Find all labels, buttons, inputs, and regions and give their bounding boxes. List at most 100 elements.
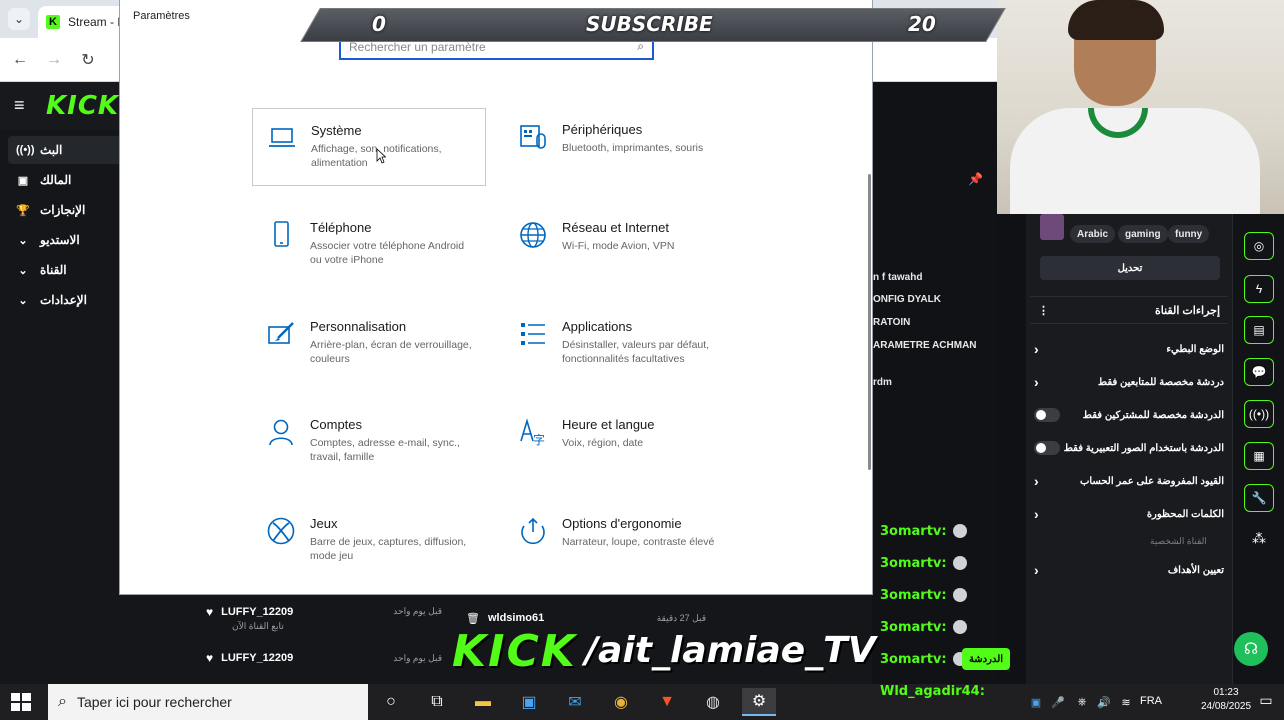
category-gaming[interactable]: Jeux Barre de jeux, captures, diffusion, …	[252, 502, 486, 580]
microphone-icon[interactable]: 🎤	[1050, 694, 1066, 710]
action-emotes-only[interactable]: الدردشة باستخدام الصور التعبيرية فقط	[1034, 435, 1224, 461]
channel-actions-title: إجراءات القناة	[1154, 304, 1220, 317]
lightning-icon[interactable]: ϟ	[1244, 275, 1274, 303]
input-method-icon[interactable]: ⎈	[1074, 694, 1090, 710]
category-title: Jeux	[310, 516, 338, 531]
event-username[interactable]: wldsimo61	[488, 612, 544, 624]
action-label: تعيين الأهداف	[1167, 564, 1224, 576]
action-slow-mode[interactable]: › الوضع البطيء	[1034, 336, 1224, 362]
chat-message: 3omartv:	[880, 584, 967, 606]
category-personalization[interactable]: Personnalisation Arrière-plan, écran de v…	[252, 305, 486, 383]
notification-icon[interactable]: ▭	[1258, 692, 1274, 708]
wrench-icon[interactable]: 🔧	[1244, 484, 1274, 512]
tag-chip[interactable]: funny	[1168, 225, 1210, 243]
search-icon: ⌕	[58, 693, 67, 710]
chat-username[interactable]: 3omartv:	[880, 556, 947, 571]
chat-snippet: RATOIN	[873, 317, 911, 328]
obs-icon[interactable]: ◍	[696, 688, 730, 716]
language-indicator[interactable]: FRA	[1140, 695, 1162, 707]
category-accounts[interactable]: Comptes Comptes, adresse e-mail, sync., t…	[252, 403, 486, 481]
document-icon[interactable]: ▤	[1244, 316, 1274, 344]
pin-icon[interactable]: 📌	[968, 172, 983, 186]
chat-username[interactable]: 3omartv:	[880, 524, 947, 539]
tab-search-button[interactable]: ⌄	[8, 8, 30, 30]
sidebar-item-label: الإنجازات	[40, 203, 86, 217]
event-username[interactable]: LUFFY_12209	[221, 606, 293, 618]
edit-button[interactable]: تحديل	[1040, 256, 1220, 280]
windows-start-icon[interactable]	[10, 692, 32, 712]
list-item: ♥ LUFFY_12209 قبل يوم واحد تابع القناة ا…	[206, 598, 442, 638]
support-icon[interactable]: ☊	[1234, 632, 1268, 666]
action-banned-words[interactable]: › الكلمات المحظورة	[1034, 501, 1224, 527]
chat-username[interactable]: 3omartv:	[880, 588, 947, 603]
more-options-icon[interactable]: ⋮	[1038, 304, 1049, 317]
category-title: Réseau et Internet	[562, 220, 669, 235]
task-view-icon[interactable]: ⧉	[420, 688, 454, 716]
back-arrow-icon[interactable]: ←	[8, 48, 32, 72]
list-item: ♥ LUFFY_12209 قبل يوم واحد	[206, 638, 442, 678]
broadcast-icon[interactable]: ((•))	[1244, 400, 1274, 428]
sidebar-item-label: البث	[40, 143, 63, 157]
chat-message: 3omartv:	[880, 648, 967, 670]
emote-icon	[952, 620, 967, 634]
clip-icon[interactable]: ▦	[1244, 442, 1274, 470]
store-icon[interactable]: ▣	[512, 688, 546, 716]
tab-title: Stream - K	[68, 15, 126, 29]
section-note: القناة الشخصية	[1150, 536, 1207, 546]
clock[interactable]: 01:23 24/08/2025	[1196, 686, 1256, 714]
emote-icon	[952, 588, 967, 602]
category-phone[interactable]: Téléphone Associer votre téléphone Androi…	[252, 206, 486, 284]
forward-arrow-icon[interactable]: →	[42, 48, 66, 72]
settings-gear-icon[interactable]: ⚙	[742, 688, 776, 716]
chat-icon[interactable]: 💬	[1244, 358, 1274, 386]
action-account-age[interactable]: › القيود المفروضة على عمر الحساب	[1034, 468, 1224, 494]
category-network[interactable]: Réseau et Internet Wi-Fi, mode Avion, VPN	[504, 206, 738, 284]
wifi-icon[interactable]: ≋	[1118, 694, 1134, 710]
clock-date: 24/08/2025	[1200, 701, 1252, 712]
category-description: Narrateur, loupe, contraste élevé	[562, 536, 715, 548]
camera-icon[interactable]: ◎	[1244, 232, 1274, 260]
mouse-cursor-icon	[376, 148, 386, 164]
scrollbar[interactable]	[868, 174, 871, 470]
toggle-switch[interactable]	[1034, 408, 1060, 422]
event-username[interactable]: LUFFY_12209	[221, 652, 293, 664]
window-title: Paramètres	[133, 10, 190, 22]
category-time-language[interactable]: 字 Heure et langue Voix, région, date	[504, 403, 738, 481]
reload-icon[interactable]: ↻	[76, 48, 100, 72]
kick-watermark: KICK	[452, 626, 577, 677]
webcam-person	[1068, 0, 1164, 40]
category-system[interactable]: Système Affichage, son, notifications, al…	[252, 108, 486, 186]
sidebar-item-label: المالك	[40, 173, 72, 187]
chat-username[interactable]: 3omartv:	[880, 620, 947, 635]
action-label: الكلمات المحظورة	[1146, 508, 1224, 520]
trophy-icon: 🏆	[16, 204, 30, 217]
taskbar-search-input[interactable]: ⌕ Taper ici pour rechercher	[48, 684, 368, 720]
chevron-right-icon: ›	[1034, 341, 1039, 357]
toggle-switch[interactable]	[1034, 441, 1060, 455]
speaker-icon[interactable]: 🔊	[1096, 694, 1112, 710]
action-followers-only[interactable]: › دردشة مخصصة للمتابعين فقط	[1034, 369, 1224, 395]
file-explorer-icon[interactable]: ▬	[466, 688, 500, 716]
share-icon[interactable]: ⁂	[1252, 530, 1266, 547]
category-apps[interactable]: Applications Désinstaller, valeurs par dé…	[504, 305, 738, 383]
chat-username[interactable]: 3omartv:	[880, 652, 947, 667]
kick-favicon-icon: K	[46, 15, 60, 29]
kick-logo[interactable]: KICK	[46, 91, 119, 121]
cortana-icon[interactable]: ○	[374, 688, 408, 716]
sidebar-item-label: الاستديو	[40, 233, 80, 247]
brave-icon[interactable]: ▼	[650, 688, 684, 716]
tag-chip[interactable]: gaming	[1118, 225, 1168, 243]
action-set-goals[interactable]: › تعيين الأهداف	[1034, 557, 1224, 583]
category-devices[interactable]: Périphériques Bluetooth, imprimantes, sou…	[504, 108, 738, 186]
chrome-icon[interactable]: ◉	[604, 688, 638, 716]
app-tray-icon[interactable]: ▣	[1028, 694, 1044, 710]
chat-send-button[interactable]: الدردشة	[962, 648, 1010, 670]
apps-list-icon	[521, 323, 545, 345]
chat-message: 3omartv:	[880, 520, 967, 542]
category-ease-of-access[interactable]: Options d'ergonomie Narrateur, loupe, con…	[504, 502, 738, 580]
tag-chip[interactable]: Arabic	[1070, 225, 1116, 243]
hamburger-menu-icon[interactable]: ≡	[14, 95, 34, 116]
category-description: Wi-Fi, mode Avion, VPN	[562, 240, 675, 252]
mail-icon[interactable]: ✉	[558, 688, 592, 716]
action-subscribers-only[interactable]: الدردشة مخصصة للمشتركين فقط	[1034, 402, 1224, 428]
